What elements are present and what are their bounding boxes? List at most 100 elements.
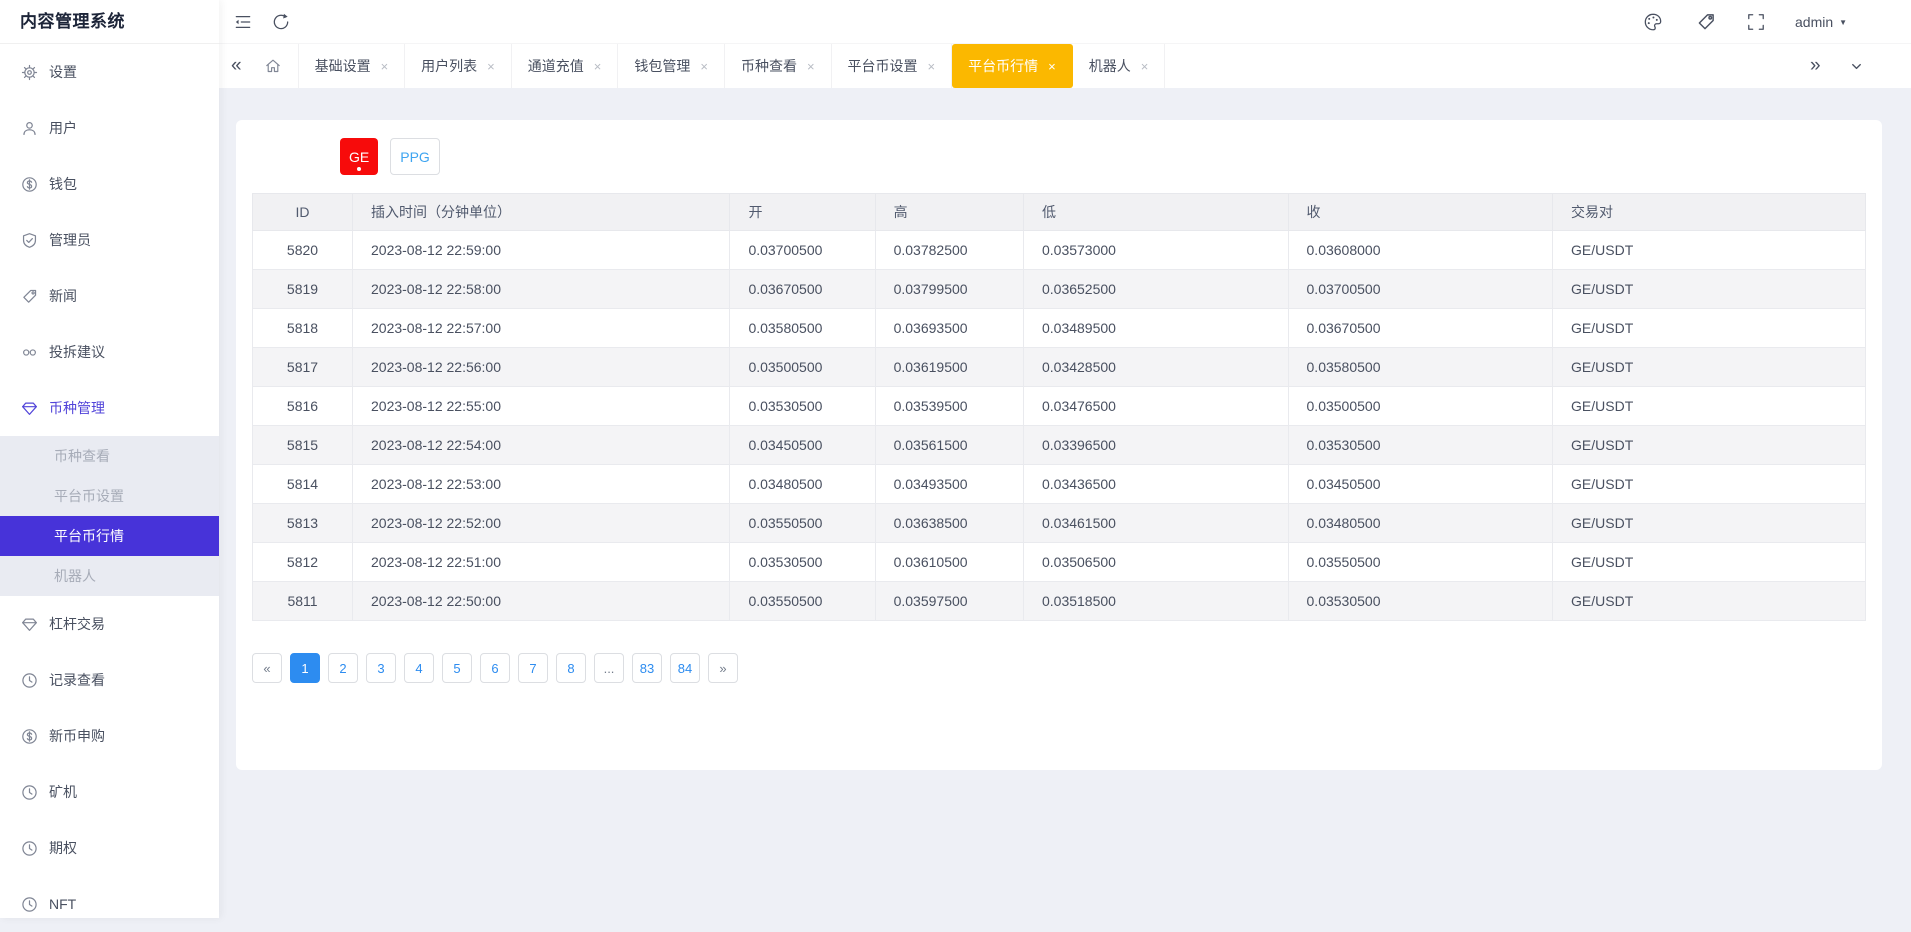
pagination-page-7[interactable]: 7 (518, 653, 548, 683)
tabs-scroll-right-icon[interactable]: » (1810, 55, 1821, 77)
dollar-circle-icon (21, 176, 38, 193)
pagination-page-4[interactable]: 4 (404, 653, 434, 683)
close-icon[interactable]: × (1048, 59, 1056, 74)
tabs: 基础设置×用户列表×通道充值×钱包管理×币种查看×平台币设置×平台币行情×机器人… (248, 44, 1166, 88)
sidebar-item-admins[interactable]: 管理员 (0, 212, 219, 268)
diamond-icon (21, 616, 38, 633)
tabs-scroll-left-icon[interactable]: « (231, 55, 242, 77)
pagination-page-1[interactable]: 1 (290, 653, 320, 683)
tab-label: 基础设置 (315, 56, 371, 76)
table-cell: 0.03670500 (1288, 309, 1553, 348)
sidebar-item-label: 用户 (49, 118, 77, 138)
table-cell: 5812 (253, 543, 353, 582)
refresh-icon[interactable] (271, 12, 291, 32)
sidebar-item-mining[interactable]: 矿机 (0, 764, 219, 820)
tab-channel-recharge[interactable]: 通道充值× (512, 44, 619, 88)
sidebar-item-settings[interactable]: 设置 (0, 44, 219, 100)
infinity-icon (21, 344, 38, 361)
pagination-page-2[interactable]: 2 (328, 653, 358, 683)
table-cell: 0.03489500 (1023, 309, 1288, 348)
table-cell: 0.03638500 (875, 504, 1023, 543)
sidebar-item-new-coin-subscription[interactable]: 新币申购 (0, 708, 219, 764)
sidebar-item-feedback[interactable]: 投拆建议 (0, 324, 219, 380)
sidebar-item-label: 新闻 (49, 286, 77, 306)
tab-user-list[interactable]: 用户列表× (405, 44, 512, 88)
pagination-page-3[interactable]: 3 (366, 653, 396, 683)
table-cell: 2023-08-12 22:51:00 (353, 543, 730, 582)
table-cell: 0.03573000 (1023, 231, 1288, 270)
sidebar-item-users[interactable]: 用户 (0, 100, 219, 156)
table-cell: 0.03450500 (1288, 465, 1553, 504)
tab-label: 平台币设置 (848, 56, 918, 76)
coin-button-ppg[interactable]: PPG (390, 138, 440, 175)
table-cell: 5811 (253, 582, 353, 621)
pagination-page-5[interactable]: 5 (442, 653, 472, 683)
table-cell: GE/USDT (1553, 348, 1866, 387)
table-cell: 0.03530500 (730, 543, 875, 582)
tab-basic-settings[interactable]: 基础设置 × (299, 44, 406, 88)
sidebar-item-news[interactable]: 新闻 (0, 268, 219, 324)
sidebar-subitem-coin-view[interactable]: 币种查看 (0, 436, 219, 476)
sidebar-subitem-platform-coin-settings[interactable]: 平台币设置 (0, 476, 219, 516)
tag-icon (21, 288, 38, 305)
sidebar-item-coin-management[interactable]: 币种管理 (0, 380, 219, 436)
sidebar-item-records[interactable]: 记录查看 (0, 652, 219, 708)
sidebar-subitem-robot[interactable]: 机器人 (0, 556, 219, 596)
table-cell: 0.03580500 (1288, 348, 1553, 387)
table-cell: 5819 (253, 270, 353, 309)
palette-icon[interactable] (1643, 12, 1663, 32)
coin-button-ge[interactable]: GE (340, 138, 378, 175)
user-icon (21, 120, 38, 137)
pagination-page-8[interactable]: 8 (556, 653, 586, 683)
pagination-page-83[interactable]: 83 (632, 653, 662, 683)
tag-icon[interactable] (1696, 12, 1716, 32)
table-cell: 0.03539500 (875, 387, 1023, 426)
pagination-page-84[interactable]: 84 (670, 653, 700, 683)
pagination-ellipsis[interactable]: ... (594, 653, 624, 683)
history-icon (21, 840, 38, 857)
sidebar-item-leverage-trading[interactable]: 杠杆交易 (0, 596, 219, 652)
close-icon[interactable]: × (807, 59, 815, 74)
pagination-next[interactable]: » (708, 653, 738, 683)
collapse-menu-icon[interactable] (233, 12, 253, 32)
column-header: ID (253, 194, 353, 231)
close-icon[interactable]: × (381, 59, 389, 74)
table-cell: 0.03480500 (1288, 504, 1553, 543)
table-cell: 0.03619500 (875, 348, 1023, 387)
table-cell: 0.03610500 (875, 543, 1023, 582)
pagination-prev[interactable]: « (252, 653, 282, 683)
table-row: 58132023-08-12 22:52:000.035505000.03638… (253, 504, 1866, 543)
sidebar-item-label: 期权 (49, 838, 77, 858)
pagination-page-6[interactable]: 6 (480, 653, 510, 683)
tab-platform-coin-settings[interactable]: 平台币设置 × (832, 44, 953, 88)
close-icon[interactable]: × (594, 59, 602, 74)
close-icon[interactable]: × (1141, 59, 1149, 74)
table-cell: 5813 (253, 504, 353, 543)
table-cell: 2023-08-12 22:59:00 (353, 231, 730, 270)
fullscreen-icon[interactable] (1746, 12, 1766, 32)
table-cell: 0.03782500 (875, 231, 1023, 270)
tab-label: 币种查看 (741, 56, 797, 76)
sidebar-item-wallet[interactable]: 钱包 (0, 156, 219, 212)
sidebar-subitem-platform-coin-market[interactable]: 平台币行情 (0, 516, 219, 556)
table-cell: 5814 (253, 465, 353, 504)
tab-wallet-management[interactable]: 钱包管理× (618, 44, 725, 88)
tabs-dropdown-icon[interactable] (1849, 59, 1864, 74)
close-icon[interactable]: × (700, 59, 708, 74)
sidebar-item-options[interactable]: 期权 (0, 820, 219, 876)
tab-coin-view[interactable]: 币种查看 × (725, 44, 832, 88)
table-cell: GE/USDT (1553, 270, 1866, 309)
pagination: « 12345678... 83 84 » (252, 653, 738, 683)
table-cell: 0.03608000 (1288, 231, 1553, 270)
close-icon[interactable]: × (487, 59, 495, 74)
tab-home[interactable] (248, 44, 299, 88)
sidebar-item-nft[interactable]: NFT (0, 876, 219, 932)
sidebar-submenu: 币种查看平台币设置平台币行情机器人 (0, 436, 219, 596)
tab-robot[interactable]: 机器人× (1073, 44, 1166, 88)
table-row: 58162023-08-12 22:55:000.035305000.03539… (253, 387, 1866, 426)
tab-platform-coin-market[interactable]: 平台币行情× (952, 44, 1073, 88)
user-menu[interactable]: admin ▼ (1795, 0, 1847, 44)
close-icon[interactable]: × (928, 59, 936, 74)
history-icon (21, 896, 38, 913)
table-cell: 0.03461500 (1023, 504, 1288, 543)
